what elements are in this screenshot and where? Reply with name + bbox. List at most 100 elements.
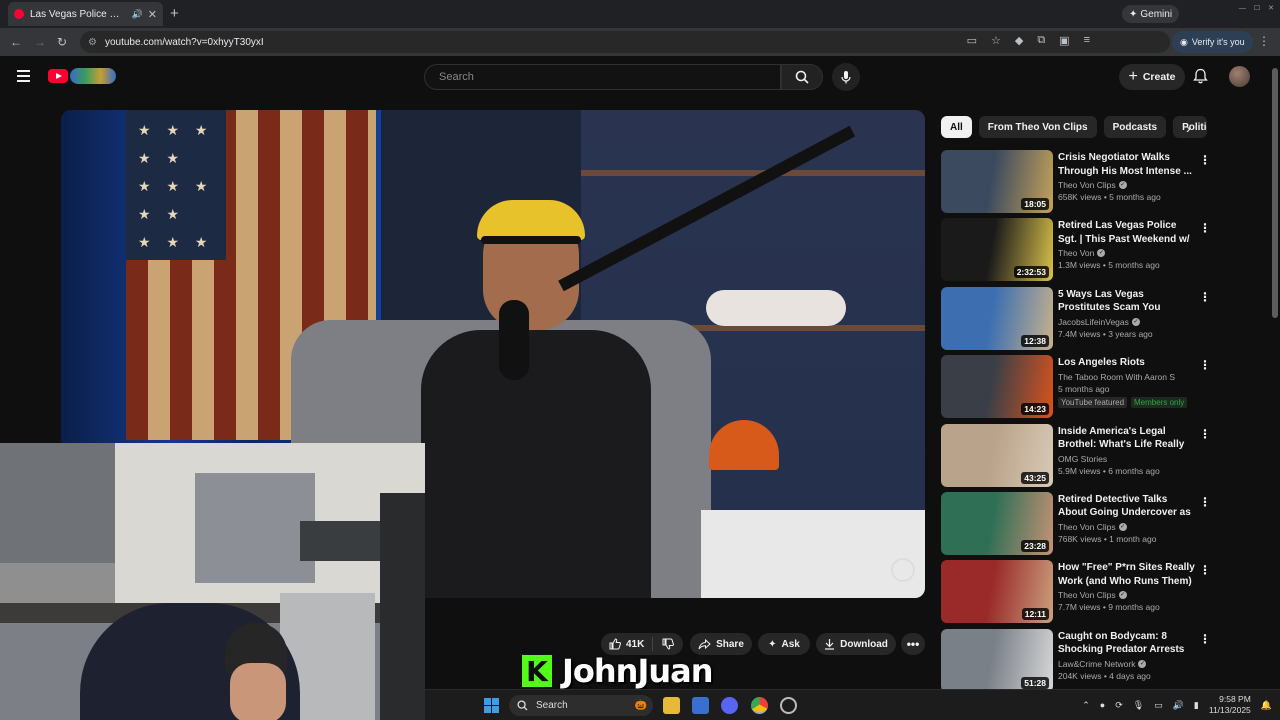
item-more-options-icon[interactable]: ⋮ <box>1199 358 1211 372</box>
maximize-icon[interactable]: ☐ <box>1254 4 1260 12</box>
extensions-puzzle-icon[interactable]: ⧉ <box>1037 34 1045 47</box>
minimize-icon[interactable]: — <box>1239 5 1246 12</box>
video-title[interactable]: Retired Detective Talks About Going Unde… <box>1058 493 1198 520</box>
channel-name[interactable]: The Taboo Room With Aaron S <box>1058 372 1175 382</box>
recommendation-item[interactable]: 12:38 5 Ways Las Vegas Prostitutes Scam Y… <box>941 286 1271 355</box>
download-button[interactable]: Download <box>816 633 896 655</box>
chip-from-theo-von-clips[interactable]: From Theo Von Clips <box>978 116 1097 138</box>
video-thumbnail[interactable]: 14:23 <box>941 355 1053 419</box>
recommendation-item[interactable]: 12:11 How "Free" P*rn Sites Really Work (… <box>941 560 1271 628</box>
recommendation-item[interactable]: 43:25 Inside America's Legal Brothel: Wha… <box>941 423 1271 492</box>
back-icon[interactable]: ← <box>10 35 22 49</box>
like-button[interactable]: 41K <box>601 637 654 651</box>
channel-name[interactable]: Theo Von <box>1058 248 1094 258</box>
browser-tab[interactable]: Las Vegas Police Officer De 🔊 ✕ <box>8 2 163 26</box>
item-more-options-icon[interactable]: ⋮ <box>1199 153 1211 167</box>
forward-icon[interactable]: → <box>34 35 46 49</box>
microsoft-store-icon[interactable] <box>692 697 709 714</box>
close-tab-icon[interactable]: ✕ <box>148 8 157 21</box>
page-scrollbar[interactable] <box>1270 56 1280 689</box>
recommendation-item[interactable]: 51:28 Caught on Bodycam: 8 Shocking Preda… <box>941 628 1271 697</box>
download-label: Download <box>840 638 888 650</box>
file-explorer-icon[interactable] <box>663 697 680 714</box>
gemini-button[interactable]: ✦ Gemini <box>1122 5 1180 23</box>
network-icon[interactable]: ▭ <box>1154 700 1163 711</box>
chips-next-chevron-icon[interactable]: › <box>1186 120 1191 136</box>
item-more-options-icon[interactable]: ⋮ <box>1199 563 1211 577</box>
obs-icon[interactable] <box>780 697 797 714</box>
channel-name[interactable]: Theo Von Clips <box>1058 522 1116 532</box>
verify-identity-button[interactable]: ◉ Verify it's you <box>1172 31 1253 53</box>
create-button[interactable]: + Create <box>1119 64 1185 90</box>
video-thumbnail[interactable]: 12:38 <box>941 286 1053 350</box>
site-info-icon[interactable]: ⚙ <box>88 37 97 48</box>
recommendation-item[interactable]: 23:28 Retired Detective Talks About Going… <box>941 491 1271 560</box>
taskbar-clock[interactable]: 9:58 PM 11/13/2025 <box>1209 694 1251 716</box>
channel-watermark-icon[interactable] <box>891 558 915 582</box>
chip-all[interactable]: All <box>941 116 972 138</box>
browser-menu-icon[interactable]: ⋮ <box>1258 34 1270 48</box>
chip-podcasts[interactable]: Podcasts <box>1103 116 1167 138</box>
battery-icon[interactable]: ▮ <box>1194 700 1199 711</box>
video-title[interactable]: Caught on Bodycam: 8 Shocking Predator A… <box>1058 630 1198 657</box>
video-thumbnail[interactable]: 2:32:53 <box>941 218 1053 282</box>
item-more-options-icon[interactable]: ⋮ <box>1199 427 1211 441</box>
extension-pin-icon[interactable]: ◆ <box>1015 34 1023 47</box>
more-actions-button[interactable]: ••• <box>901 633 925 655</box>
video-thumbnail[interactable]: 51:28 <box>941 628 1053 692</box>
video-title[interactable]: Crisis Negotiator Walks Through His Most… <box>1058 151 1198 178</box>
verified-check-icon: ✓ <box>1118 522 1127 531</box>
item-more-options-icon[interactable]: ⋮ <box>1199 632 1211 646</box>
search-button[interactable] <box>781 64 823 90</box>
video-title[interactable]: Inside America's Legal Brothel: What's L… <box>1058 425 1198 452</box>
video-title[interactable]: Retired Las Vegas Police Sgt. | This Pas… <box>1058 219 1198 246</box>
close-window-icon[interactable]: ✕ <box>1268 4 1274 12</box>
video-thumbnail[interactable]: 43:25 <box>941 423 1053 487</box>
tray-app-icon[interactable]: ● <box>1100 700 1105 710</box>
item-more-options-icon[interactable]: ⋮ <box>1199 221 1211 235</box>
search-input[interactable]: Search <box>424 64 781 90</box>
more-horizontal-icon: ••• <box>906 637 920 651</box>
menu-icon[interactable] <box>17 70 30 82</box>
account-avatar[interactable] <box>1229 66 1250 87</box>
taskbar-search[interactable]: Search 🎃 <box>509 695 653 716</box>
item-more-options-icon[interactable]: ⋮ <box>1199 495 1211 509</box>
channel-name[interactable]: OMG Stories <box>1058 454 1107 464</box>
tray-overflow-chevron-icon[interactable]: ⌃ <box>1082 700 1090 711</box>
audio-playing-icon[interactable]: 🔊 <box>132 9 143 20</box>
channel-name[interactable]: JacobsLifeinVegas <box>1058 317 1129 327</box>
channel-name[interactable]: Theo Von Clips <box>1058 590 1116 600</box>
recommendation-item[interactable]: 18:05 Crisis Negotiator Walks Through His… <box>941 150 1271 218</box>
channel-name[interactable]: Law&Crime Network <box>1058 659 1135 669</box>
video-thumbnail[interactable]: 23:28 <box>941 491 1053 555</box>
discord-icon[interactable] <box>721 697 738 714</box>
scrollbar-thumb[interactable] <box>1272 68 1278 318</box>
ask-button[interactable]: ✦ Ask <box>758 633 810 655</box>
notifications-bell-icon[interactable] <box>1193 68 1208 84</box>
video-title[interactable]: How "Free" P*rn Sites Really Work (and W… <box>1058 561 1198 588</box>
volume-icon[interactable]: 🔊 <box>1173 700 1184 711</box>
voice-search-button[interactable] <box>832 63 860 91</box>
reload-icon[interactable]: ↻ <box>57 35 67 49</box>
cast-icon[interactable]: ▭ <box>967 34 977 47</box>
reading-list-icon[interactable]: ≡ <box>1084 34 1090 47</box>
video-title[interactable]: Los Angeles Riots <box>1058 356 1198 370</box>
tray-mic-icon[interactable]: 🎙 <box>1133 700 1144 711</box>
bookmark-star-icon[interactable]: ☆ <box>991 34 1001 47</box>
chrome-icon[interactable] <box>751 697 768 714</box>
channel-name-row: Theo Von Clips ✓ <box>1058 522 1198 532</box>
dislike-button[interactable] <box>653 638 683 650</box>
youtube-logo[interactable] <box>48 68 116 84</box>
new-tab-button[interactable]: + <box>170 5 179 22</box>
video-thumbnail[interactable]: 12:11 <box>941 560 1053 624</box>
item-more-options-icon[interactable]: ⋮ <box>1199 290 1211 304</box>
notifications-icon[interactable]: 🔔 <box>1261 700 1272 711</box>
video-title[interactable]: 5 Ways Las Vegas Prostitutes Scam You <box>1058 288 1198 315</box>
windows-start-icon[interactable] <box>483 697 500 714</box>
channel-name[interactable]: Theo Von Clips <box>1058 180 1116 190</box>
tray-sync-icon[interactable]: ⟳ <box>1115 700 1123 711</box>
video-thumbnail[interactable]: 18:05 <box>941 150 1053 213</box>
recommendation-item[interactable]: 14:23 Los Angeles Riots The Taboo Room Wit… <box>941 355 1271 423</box>
split-view-icon[interactable]: ▣ <box>1059 34 1069 47</box>
recommendation-item[interactable]: 2:32:53 Retired Las Vegas Police Sgt. | T… <box>941 218 1271 286</box>
